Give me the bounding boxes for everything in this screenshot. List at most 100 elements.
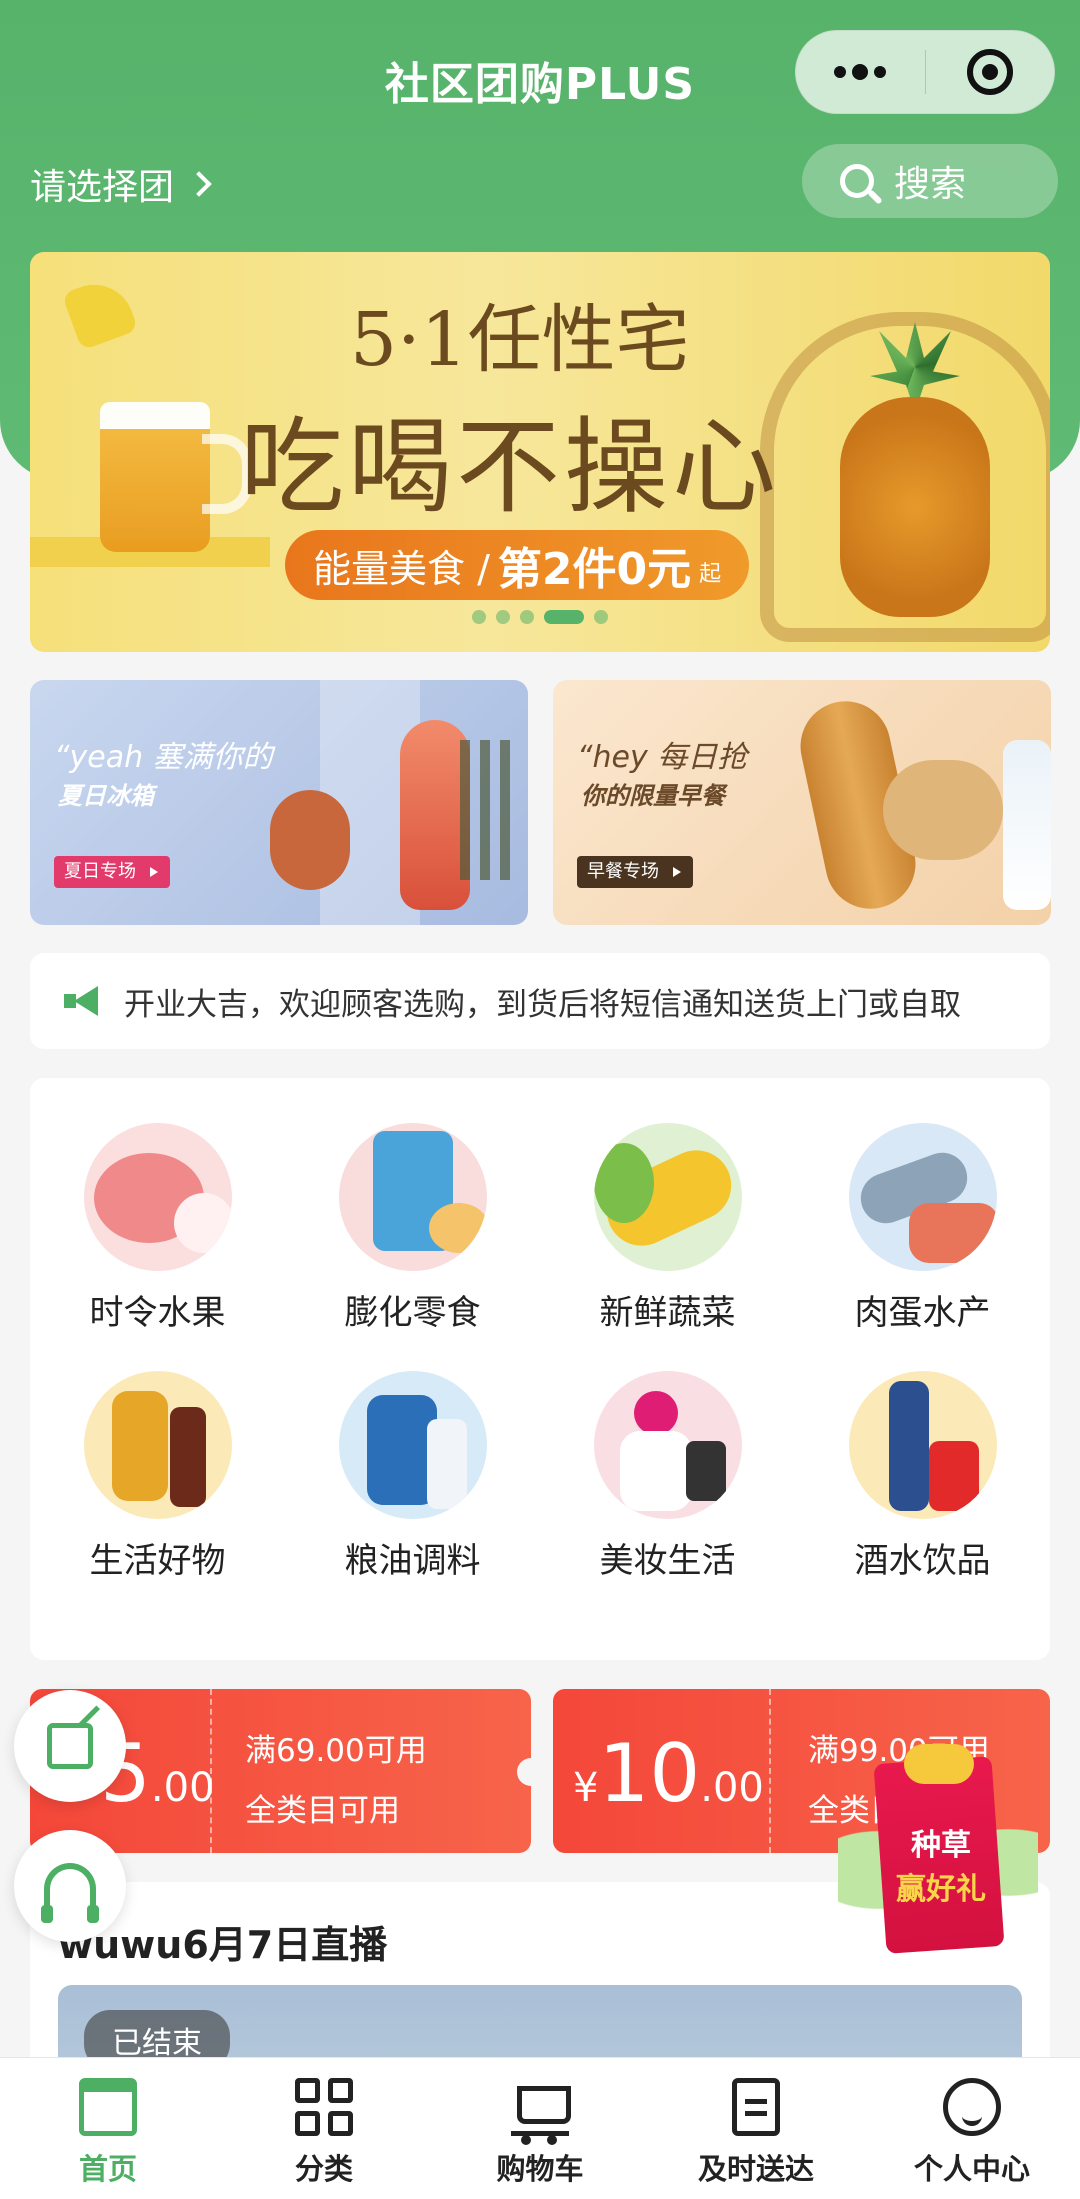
category-label: 时令水果 xyxy=(89,1293,226,1333)
tab-label: 首页 xyxy=(78,2152,137,2186)
category-label: 膨化零食 xyxy=(344,1293,481,1333)
carousel-dot xyxy=(594,610,608,624)
category-beauty[interactable]: 美妆生活 xyxy=(540,1371,795,1582)
gift-line2: 赢好礼 xyxy=(896,1872,986,1907)
category-lifestyle[interactable]: 生活好物 xyxy=(30,1371,285,1582)
bottles-image xyxy=(460,740,520,880)
carousel-indicators xyxy=(30,610,1050,624)
coupon-condition: 满69.00可用 xyxy=(245,1733,427,1769)
coupon-amount-decimal: .00 xyxy=(700,1765,764,1811)
grain-oil-image xyxy=(338,1371,487,1519)
tab-label: 购物车 xyxy=(496,2152,584,2186)
sub-banner-line1: “hey 每日抢 xyxy=(577,740,748,775)
category-grid: 时令水果 膨化零食 新鲜蔬菜 肉蛋水产 生活好物 粮油调料 美妆生活 酒水饮品 xyxy=(30,1078,1050,1660)
share-button[interactable] xyxy=(14,1690,126,1802)
snacks-image xyxy=(338,1123,487,1271)
gift-line1: 种草 xyxy=(911,1828,971,1863)
megaphone-icon xyxy=(64,986,100,1016)
summer-fridge-banner[interactable]: “yeah 塞满你的 夏日冰箱 夏日专场 xyxy=(30,680,528,925)
banner-headline: 5·1任性宅 xyxy=(350,297,690,383)
sub-banner-line2: 你的限量早餐 xyxy=(581,782,725,810)
tab-cart[interactable]: 购物车 xyxy=(432,2058,648,2199)
lifestyle-image xyxy=(83,1371,232,1519)
beauty-image xyxy=(593,1371,742,1519)
notice-text: 开业大吉，欢迎顾客选购，到货后将短信通知送货上门或自取 xyxy=(124,986,961,1023)
gold-coin-icon xyxy=(904,1744,974,1784)
category-label: 新鲜蔬菜 xyxy=(599,1293,736,1333)
close-target-icon xyxy=(966,49,1013,95)
bread-loaf-image xyxy=(883,760,1003,860)
search-icon xyxy=(840,164,874,198)
carousel-dot xyxy=(472,610,486,624)
category-fruit[interactable]: 时令水果 xyxy=(30,1123,285,1334)
category-label: 生活好物 xyxy=(89,1541,226,1581)
pineapple-image xyxy=(840,397,990,617)
category-label: 美妆生活 xyxy=(599,1541,736,1581)
more-button[interactable] xyxy=(796,31,925,113)
banner-promo-pill: 能量美食 / 第2件0元 起 xyxy=(285,530,750,600)
search-label: 搜索 xyxy=(894,164,967,205)
promo-banner-carousel[interactable]: 5·1任性宅 吃喝不操心 能量美食 / 第2件0元 起 xyxy=(30,252,1050,652)
fruit-image xyxy=(83,1123,232,1271)
carousel-dot xyxy=(520,610,534,624)
banner-slogan: 吃喝不操心 xyxy=(240,406,781,528)
breakfast-banner[interactable]: “hey 每日抢 你的限量早餐 早餐专场 xyxy=(553,680,1051,925)
cart-icon xyxy=(511,2078,571,2145)
breakfast-special-tag: 早餐专场 xyxy=(577,856,693,888)
drinks-image xyxy=(848,1371,997,1519)
milk-bottle-image xyxy=(1003,740,1051,910)
tab-profile[interactable]: 个人中心 xyxy=(864,2058,1080,2199)
carousel-dot-active xyxy=(544,610,584,624)
notice-bar[interactable]: 开业大吉，欢迎顾客选购，到货后将短信通知送货上门或自取 xyxy=(30,953,1050,1049)
close-program-button[interactable] xyxy=(926,31,1055,113)
smile-icon xyxy=(943,2078,1001,2136)
headset-icon xyxy=(41,1863,99,1923)
beer-mug-image xyxy=(100,402,210,552)
carousel-dot xyxy=(496,610,510,624)
select-group-label: 请选择团 xyxy=(30,167,175,208)
tab-home[interactable]: 首页 xyxy=(0,2058,216,2199)
tab-label: 分类 xyxy=(294,2152,353,2186)
tab-label: 及时送达 xyxy=(697,2152,814,2186)
search-button[interactable]: 搜索 xyxy=(802,144,1058,218)
select-group-button[interactable]: 请选择团 xyxy=(30,158,212,210)
coupon-divider xyxy=(210,1689,212,1853)
category-snacks[interactable]: 膨化零食 xyxy=(285,1123,540,1334)
tab-category[interactable]: 分类 xyxy=(216,2058,432,2199)
coupon-currency: ¥ xyxy=(573,1765,599,1811)
tab-delivery[interactable]: 及时送达 xyxy=(648,2058,864,2199)
category-meat-seafood[interactable]: 肉蛋水产 xyxy=(795,1123,1050,1334)
clipboard-icon xyxy=(732,2078,780,2136)
meat-seafood-image xyxy=(848,1123,997,1271)
category-drinks[interactable]: 酒水饮品 xyxy=(795,1371,1050,1582)
customer-service-button[interactable] xyxy=(14,1830,126,1942)
bottom-tab-bar: 首页 分类 购物车 及时送达 个人中心 xyxy=(0,2057,1080,2199)
chevron-right-icon xyxy=(186,171,212,197)
promo-text-a: 能量美食 / xyxy=(313,546,490,591)
vegetable-image xyxy=(270,790,350,890)
promo-text-b: 第2件0元 xyxy=(497,544,692,595)
summer-special-tag: 夏日专场 xyxy=(54,856,170,888)
coupon-amount-main: 10 xyxy=(598,1727,701,1820)
category-label: 粮油调料 xyxy=(344,1541,481,1581)
mini-program-capsule xyxy=(795,30,1055,114)
share-icon xyxy=(47,1723,93,1769)
coupon-divider xyxy=(769,1689,771,1853)
tab-label: 个人中心 xyxy=(913,2152,1030,2186)
coupon-amount: ¥10.00 xyxy=(573,1727,764,1820)
more-dots-icon xyxy=(834,64,887,80)
category-label: 肉蛋水产 xyxy=(854,1293,991,1333)
category-label: 酒水饮品 xyxy=(854,1541,991,1581)
sub-banner-line2: 夏日冰箱 xyxy=(58,782,154,810)
promo-text-c: 起 xyxy=(699,562,722,587)
lamp-decoration xyxy=(61,273,139,351)
category-grain-oil[interactable]: 粮油调料 xyxy=(285,1371,540,1582)
sub-banner-line1: “yeah 塞满你的 xyxy=(54,740,273,775)
category-icon xyxy=(295,2078,353,2136)
vegetables-image xyxy=(593,1123,742,1271)
coupon-amount-decimal: .00 xyxy=(150,1765,215,1811)
category-vegetables[interactable]: 新鲜蔬菜 xyxy=(540,1123,795,1334)
coupon-scope: 全类目可用 xyxy=(245,1793,400,1829)
gift-promo-button[interactable]: 种草 赢好礼 xyxy=(838,1740,1038,1960)
home-icon xyxy=(79,2078,137,2136)
